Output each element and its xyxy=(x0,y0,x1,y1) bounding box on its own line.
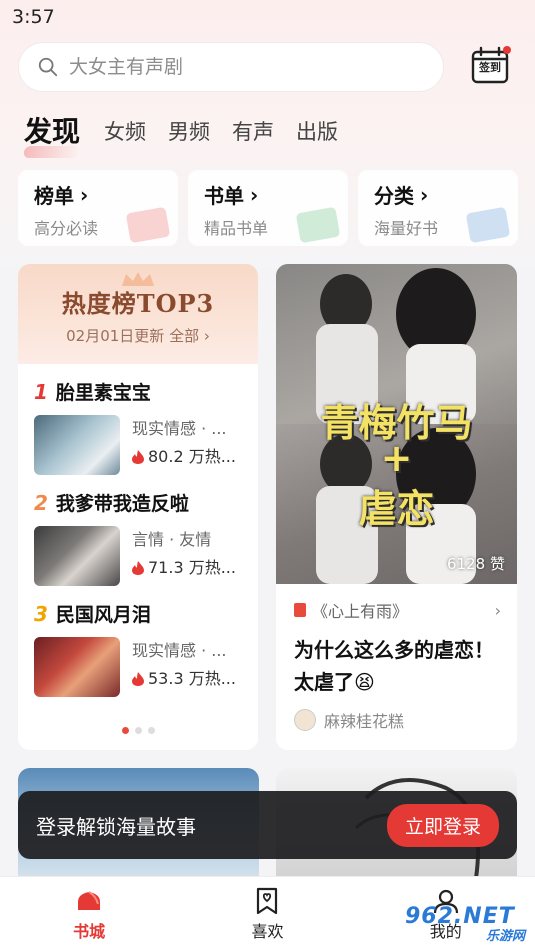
quick-link-booklists[interactable]: 书单 › 精品书单 xyxy=(188,170,348,246)
login-prompt-bar: 登录解锁海量故事 立即登录 xyxy=(18,791,517,859)
ranking-item[interactable]: 3 民国风月泪 现实情感 · ... 53.3 万热... xyxy=(18,600,258,697)
login-button[interactable]: 立即登录 xyxy=(386,803,499,847)
avatar xyxy=(294,709,316,731)
flame-icon xyxy=(132,561,144,575)
rank-heat-value: 80.2 万热... xyxy=(148,447,236,466)
rank-book-title: 我爹带我造反啦 xyxy=(55,493,189,515)
tab-discover[interactable]: 发现 xyxy=(24,110,80,152)
status-time: 3:57 xyxy=(12,6,55,28)
tired-face-emoji: 😫 xyxy=(354,670,375,694)
chevron-right-icon: › xyxy=(420,182,429,207)
nav-label: 书城 xyxy=(73,922,106,941)
bookmark-heart-icon xyxy=(257,887,278,915)
quick-link-title: 书单 xyxy=(204,184,244,208)
rank-heat-value: 71.3 万热... xyxy=(148,558,236,577)
tab-male[interactable]: 男频 xyxy=(168,116,210,152)
post-book-link[interactable]: 《心上有雨》 › xyxy=(276,584,517,622)
ranking-title: 热度榜TOP3 xyxy=(61,289,215,318)
rank-number: 3 xyxy=(34,601,48,626)
tab-female[interactable]: 女频 xyxy=(104,116,146,152)
nav-favorites[interactable]: 喜欢 xyxy=(207,886,327,942)
search-bar[interactable] xyxy=(18,42,444,92)
ranking-item[interactable]: 2 我爹带我造反啦 言情 · 友情 71.3 万热... xyxy=(18,489,258,586)
post-likes: 6128 赞 xyxy=(447,555,505,573)
book-cover xyxy=(34,526,120,586)
category-tabs: 发现 女频 男频 有声 出版 xyxy=(24,104,360,152)
quick-link-ranking[interactable]: 榜单 › 高分必读 xyxy=(18,170,178,246)
post-author[interactable]: 麻辣桂花糕 xyxy=(276,698,517,742)
checkin-label: 签到 xyxy=(479,61,501,74)
rank-book-tags: 现实情感 · ... xyxy=(132,641,227,660)
hot-ranking-card[interactable]: 热度榜TOP3 02月01日更新 全部 › 1 胎里素宝宝 现实情感 · ...… xyxy=(18,264,258,750)
login-prompt-text: 登录解锁海量故事 xyxy=(36,814,196,839)
book-decoration xyxy=(295,206,341,244)
featured-post-card[interactable]: 青梅竹马 + 虐恋 6128 赞 《心上有雨》 › 为什么这么多的虐恋！太虐了😫… xyxy=(276,264,517,750)
book-cover xyxy=(34,415,120,475)
chevron-right-icon: › xyxy=(494,600,501,620)
status-bar: 3:57 xyxy=(0,0,535,38)
bookstore-icon xyxy=(78,891,101,910)
site-watermark: 962.NET 乐游网 xyxy=(405,904,525,948)
rank-heat-value: 53.3 万热... xyxy=(148,669,236,688)
chevron-right-icon: › xyxy=(250,182,259,207)
flame-icon xyxy=(132,672,144,686)
rank-book-tags: 言情 · 友情 xyxy=(132,530,212,549)
page-dot xyxy=(134,727,142,734)
book-cover xyxy=(34,637,120,697)
quick-link-title: 榜单 xyxy=(34,184,74,208)
chevron-right-icon: › xyxy=(80,182,89,207)
grid-decoration xyxy=(465,206,511,244)
quick-links: 榜单 › 高分必读 书单 › 精品书单 分类 › 海量好书 xyxy=(18,170,518,246)
ranking-header: 热度榜TOP3 02月01日更新 全部 › xyxy=(18,264,258,364)
trophy-decoration xyxy=(125,206,171,244)
search-icon xyxy=(38,57,58,77)
ranking-update-text: 02月01日更新 全部 xyxy=(66,327,200,345)
rank-book-tags: 现实情感 · ... xyxy=(132,419,227,438)
rank-book-title: 民国风月泪 xyxy=(55,604,151,626)
post-author-name: 麻辣桂花糕 xyxy=(324,712,405,731)
rank-number: 2 xyxy=(34,490,48,515)
post-cover-image: 青梅竹马 + 虐恋 6128 赞 xyxy=(276,264,517,584)
tab-audio[interactable]: 有声 xyxy=(232,116,274,152)
crown-icon xyxy=(122,272,154,286)
flame-icon xyxy=(132,450,144,464)
post-title-text: 为什么这么多的虐恋！太虐了 xyxy=(294,638,494,694)
post-book-title: 《心上有雨》 xyxy=(312,602,409,621)
quick-link-categories[interactable]: 分类 › 海量好书 xyxy=(358,170,518,246)
ranking-view-all[interactable]: 02月01日更新 全部 › xyxy=(18,325,258,346)
page-dot xyxy=(147,727,155,734)
checkin-button[interactable]: 签到 xyxy=(470,46,512,86)
rank-book-title: 胎里素宝宝 xyxy=(55,382,151,404)
search-input[interactable] xyxy=(69,56,409,78)
ranking-item[interactable]: 1 胎里素宝宝 现实情感 · ... 80.2 万热... xyxy=(18,378,258,475)
post-headline-plus: + xyxy=(380,436,413,480)
tab-publishing[interactable]: 出版 xyxy=(296,116,338,152)
quick-link-title: 分类 xyxy=(374,184,414,208)
post-headline: 虐恋 xyxy=(358,487,435,531)
nav-label: 喜欢 xyxy=(251,922,284,941)
nav-bookstore[interactable]: 书城 xyxy=(29,886,149,942)
post-title: 为什么这么多的虐恋！太虐了😫 xyxy=(276,622,517,698)
chevron-right-icon: › xyxy=(199,327,210,345)
page-dot-active xyxy=(121,727,129,734)
book-icon xyxy=(294,603,306,617)
rank-number: 1 xyxy=(34,379,48,404)
page-indicator xyxy=(18,727,258,734)
